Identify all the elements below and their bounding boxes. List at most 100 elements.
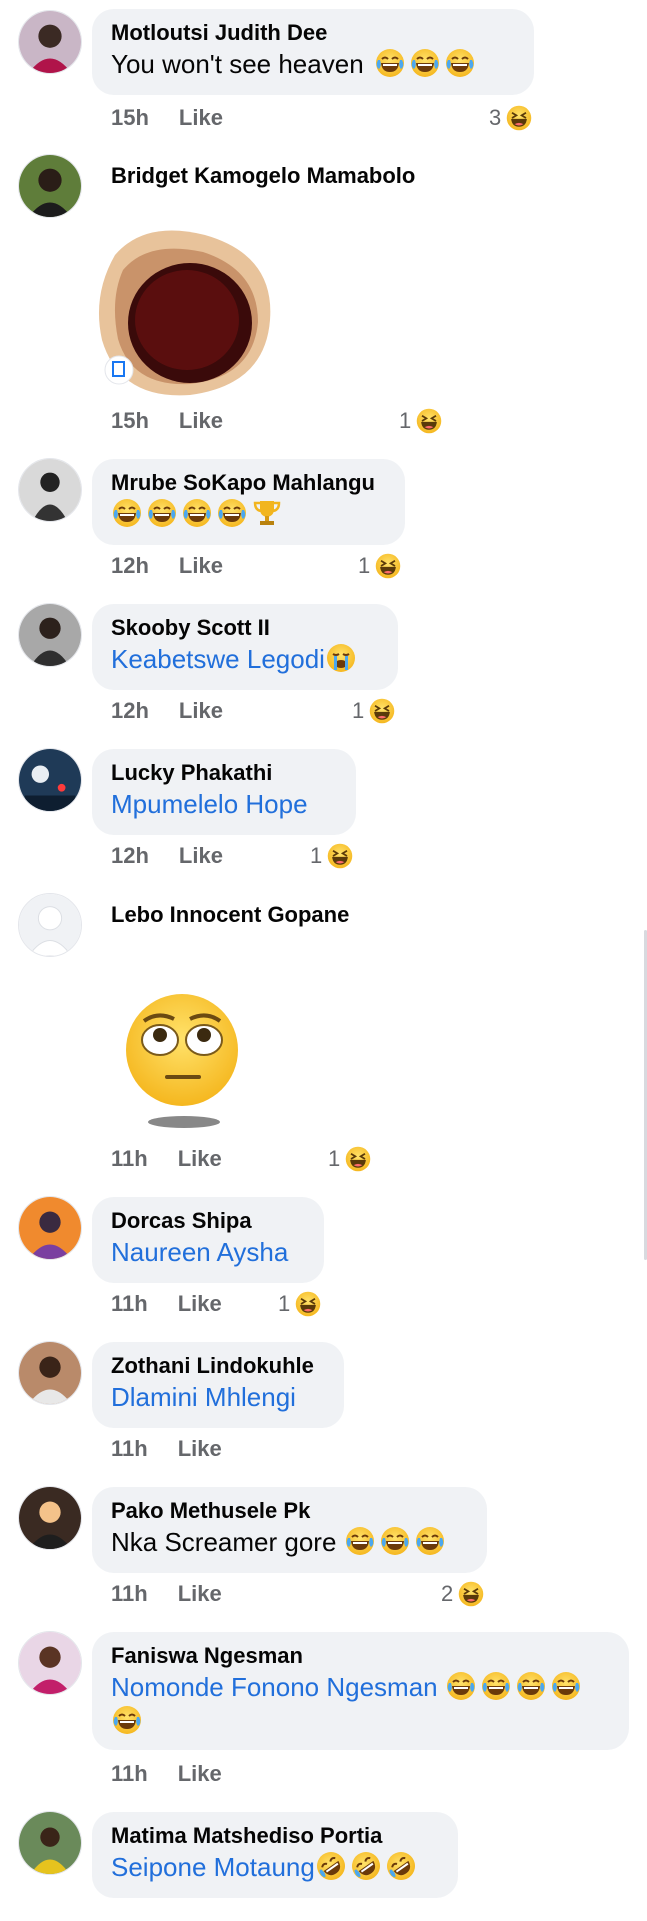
face-with-tears-of-joy-icon <box>344 1525 376 1557</box>
haha-reaction-icon <box>374 552 402 580</box>
reaction-count[interactable]: 1 <box>310 841 354 871</box>
comment-time: 11h <box>111 1761 148 1786</box>
rolling-on-floor-laughing-icon <box>385 1850 417 1882</box>
like-button[interactable]: Like <box>179 105 223 130</box>
reaction-count[interactable]: 3 <box>489 103 533 133</box>
comment-author[interactable]: Motloutsi Judith Dee <box>111 19 515 47</box>
sticker-image[interactable] <box>122 985 252 1135</box>
face-with-tears-of-joy-icon <box>409 47 441 79</box>
reaction-count[interactable]: 1 <box>278 1289 322 1319</box>
like-button[interactable]: Like <box>179 553 223 578</box>
comment-bubble: Faniswa Ngesman Nomonde Fonono Ngesman <box>92 1632 629 1750</box>
comment-author[interactable]: Dorcas Shipa <box>111 1207 305 1235</box>
comment-author[interactable]: Bridget Kamogelo Mamabolo <box>111 162 453 190</box>
haha-reaction-icon <box>457 1580 485 1608</box>
comment-meta: 11h Like <box>111 1579 222 1609</box>
comment-time: 12h <box>111 843 149 868</box>
face-with-tears-of-joy-icon <box>181 497 213 529</box>
like-button[interactable]: Like <box>178 1761 222 1786</box>
avatar[interactable] <box>18 603 82 667</box>
comment-author[interactable]: Matima Matshediso Portia <box>111 1822 439 1850</box>
avatar[interactable] <box>18 1631 82 1695</box>
reaction-count[interactable]: 2 <box>441 1579 485 1609</box>
comment-time: 11h <box>111 1581 148 1606</box>
avatar[interactable] <box>18 1341 82 1405</box>
like-button[interactable]: Like <box>178 1291 222 1316</box>
avatar[interactable] <box>18 893 82 957</box>
avatar[interactable] <box>18 10 82 74</box>
tagged-user-link[interactable]: Naureen Aysha <box>111 1237 288 1267</box>
comment-meta: 11h Like <box>111 1289 222 1319</box>
comment-author[interactable]: Lebo Innocent Gopane <box>111 901 453 929</box>
like-button[interactable]: Like <box>178 1581 222 1606</box>
face-with-tears-of-joy-icon <box>414 1525 446 1557</box>
comment-time: 12h <box>111 553 149 578</box>
tagged-user-link[interactable]: Mpumelelo Hope <box>111 789 308 819</box>
face-with-tears-of-joy-icon <box>374 47 406 79</box>
comment-text: Nomonde Fonono Ngesman <box>111 1670 610 1738</box>
face-with-tears-of-joy-icon <box>146 497 178 529</box>
like-button[interactable]: Like <box>178 1436 222 1461</box>
face-with-tears-of-joy-icon <box>445 1670 477 1702</box>
comment-author[interactable]: Pako Methusele Pk <box>111 1497 468 1525</box>
haha-reaction-icon <box>368 697 396 725</box>
comment-time: 11h <box>111 1146 148 1171</box>
reaction-count[interactable]: 1 <box>399 406 443 436</box>
comment-author[interactable]: Skooby Scott II <box>111 614 379 642</box>
comment-author[interactable]: Mrube SoKapo Mahlangu <box>111 469 386 497</box>
comment-time: 15h <box>111 105 149 130</box>
reaction-count[interactable]: 1 <box>352 696 396 726</box>
face-with-tears-of-joy-icon <box>444 47 476 79</box>
avatar[interactable] <box>18 1811 82 1875</box>
face-with-tears-of-joy-icon <box>111 497 143 529</box>
tagged-user-link[interactable]: Seipone Motaung <box>111 1852 315 1882</box>
like-button[interactable]: Like <box>179 843 223 868</box>
comment-author[interactable]: Faniswa Ngesman <box>111 1642 610 1670</box>
avatar[interactable] <box>18 748 82 812</box>
comment-bubble: Zothani Lindokuhle Dlamini Mhlengi <box>92 1342 344 1428</box>
haha-reaction-icon <box>415 407 443 435</box>
rolling-on-floor-laughing-icon <box>315 1850 347 1882</box>
comment-time: 11h <box>111 1436 148 1461</box>
avatar[interactable] <box>18 154 82 218</box>
trophy-icon <box>251 497 283 529</box>
haha-reaction-icon <box>505 104 533 132</box>
comment-author[interactable]: Lucky Phakathi <box>111 759 337 787</box>
comment-meta: 11h Like <box>111 1759 222 1789</box>
like-button[interactable]: Like <box>179 408 223 433</box>
reaction-count[interactable]: 1 <box>358 551 402 581</box>
face-with-tears-of-joy-icon <box>515 1670 547 1702</box>
comment-bubble: Pako Methusele Pk Nka Screamer gore <box>92 1487 487 1573</box>
comment-author[interactable]: Zothani Lindokuhle <box>111 1352 325 1380</box>
comment-meta: 15h Like <box>111 406 223 436</box>
haha-reaction-icon <box>294 1290 322 1318</box>
comment-meta: 11h Like <box>111 1144 222 1174</box>
avatar[interactable] <box>18 1196 82 1260</box>
reaction-count[interactable]: 1 <box>328 1144 372 1174</box>
comment-text: Nka Screamer gore <box>111 1525 468 1559</box>
face-with-tears-of-joy-icon <box>550 1670 582 1702</box>
comment-text: Keabetswe Legodi <box>111 642 379 676</box>
haha-reaction-icon <box>344 1145 372 1173</box>
avatar[interactable] <box>18 1486 82 1550</box>
like-button[interactable]: Like <box>179 698 223 723</box>
tagged-user-link[interactable]: Nomonde Fonono Ngesman <box>111 1672 438 1702</box>
comment-text: Naureen Aysha <box>111 1235 305 1269</box>
rolling-on-floor-laughing-icon <box>350 1850 382 1882</box>
comment-bubble: Motloutsi Judith Dee You won't see heave… <box>92 9 534 95</box>
avatar[interactable] <box>18 458 82 522</box>
comment-bubble: Dorcas Shipa Naureen Aysha <box>92 1197 324 1283</box>
comment-text: Seipone Motaung <box>111 1850 439 1884</box>
sticker-image[interactable] <box>95 215 285 400</box>
comment-text: Dlamini Mhlengi <box>111 1380 325 1414</box>
like-button[interactable]: Like <box>178 1146 222 1171</box>
comment-meta: 15h Like <box>111 103 223 133</box>
loudly-crying-face-icon <box>325 642 357 674</box>
comment-bubble: Lebo Innocent Gopane <box>92 899 472 939</box>
tagged-user-link[interactable]: Dlamini Mhlengi <box>111 1382 296 1412</box>
tagged-user-link[interactable]: Keabetswe Legodi <box>111 644 325 674</box>
face-with-tears-of-joy-icon <box>379 1525 411 1557</box>
comment-text <box>111 497 386 531</box>
comment-time: 12h <box>111 698 149 723</box>
comment-time: 15h <box>111 408 149 433</box>
